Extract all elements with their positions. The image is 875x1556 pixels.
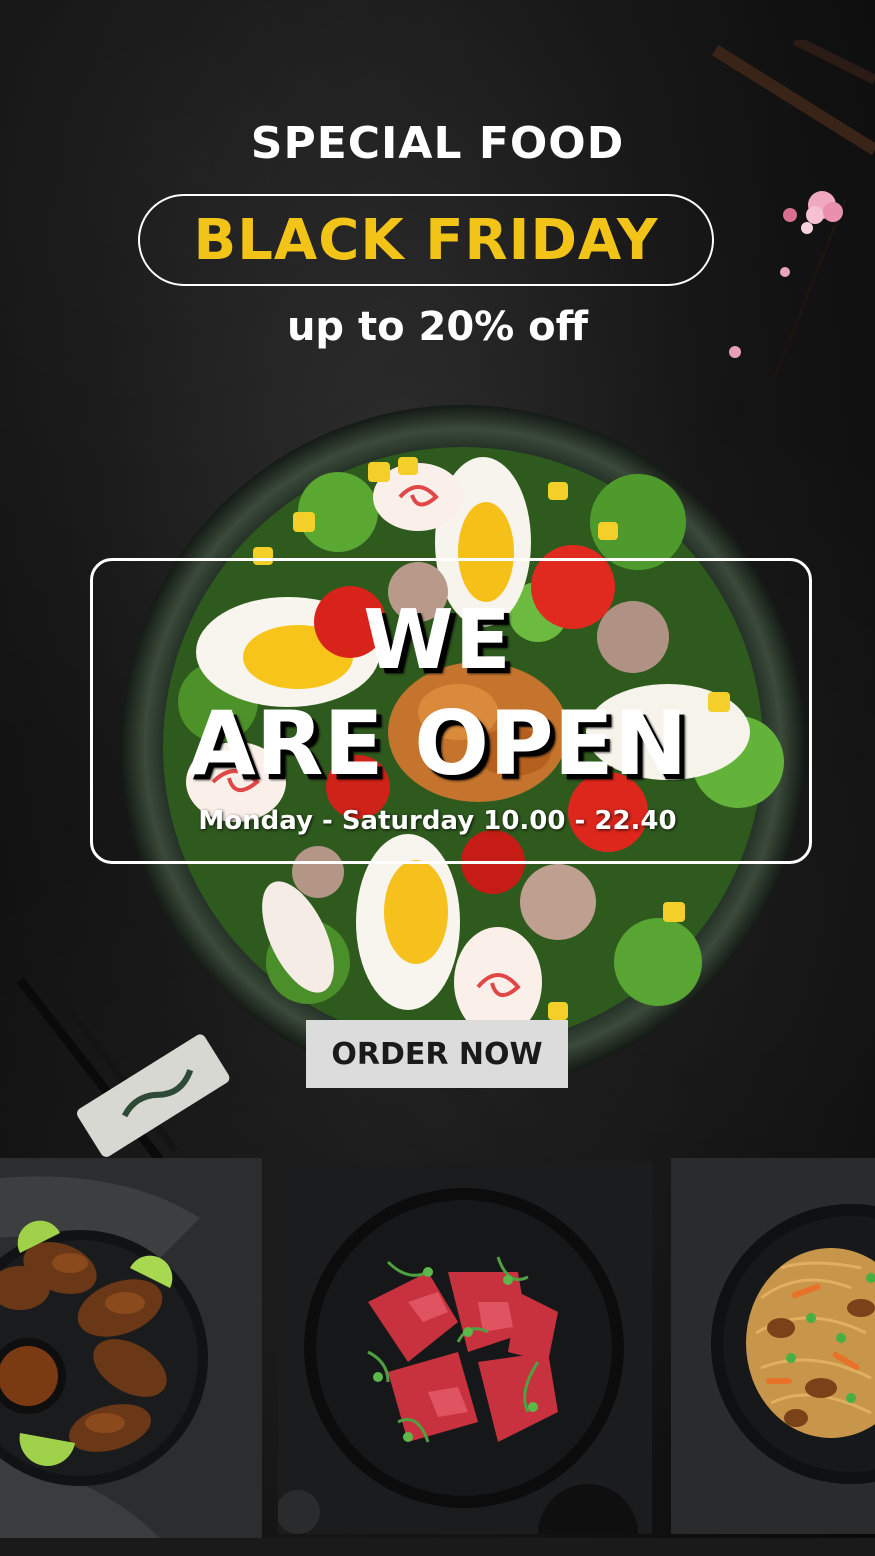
eyebrow-title: SPECIAL FOOD: [250, 118, 625, 169]
thumbnail-chicken-wings[interactable]: [0, 1158, 262, 1538]
bottom-strip: [0, 1538, 875, 1556]
black-friday-badge: BLACK FRIDAY: [138, 194, 714, 286]
opening-hours: Monday - Saturday 10.00 - 22.40: [198, 806, 677, 836]
thumbnail-beef-carpaccio[interactable]: [278, 1162, 652, 1534]
thumbnail-noodles[interactable]: [671, 1158, 875, 1534]
promo-poster: SPECIAL FOOD BLACK FRIDAY up to 20% off: [0, 0, 875, 1556]
order-now-button[interactable]: ORDER NOW: [306, 1020, 568, 1088]
we-heading: WE: [363, 593, 512, 688]
beef-carpaccio-icon: [278, 1162, 652, 1534]
noodles-icon: [671, 1158, 875, 1534]
discount-text: up to 20% off: [286, 304, 589, 350]
headline-text: BLACK FRIDAY: [193, 207, 659, 273]
chicken-wings-icon: [0, 1158, 262, 1538]
are-open-heading: ARE OPEN: [187, 692, 688, 795]
